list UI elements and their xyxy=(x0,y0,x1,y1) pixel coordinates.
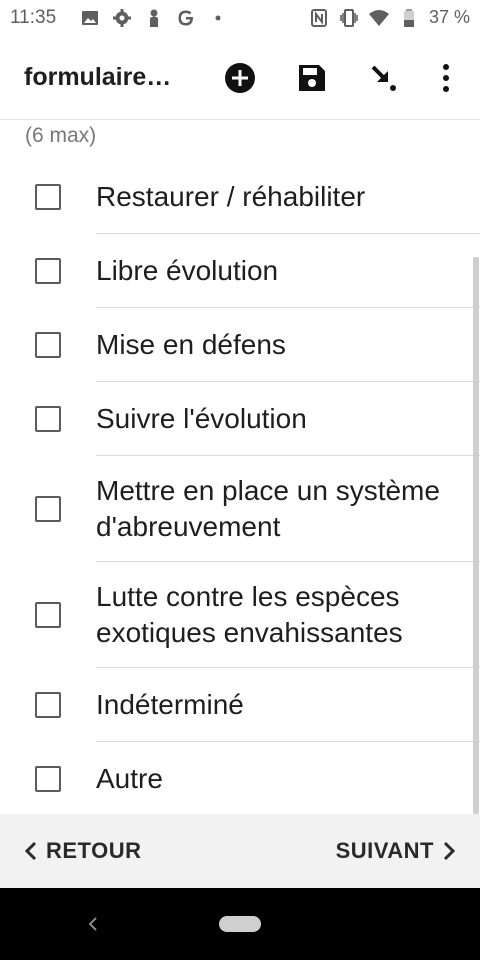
status-time: 11:35 xyxy=(10,7,57,28)
checkbox[interactable] xyxy=(35,766,61,792)
checkbox[interactable] xyxy=(35,258,61,284)
dot-icon xyxy=(208,8,228,28)
jump-button[interactable] xyxy=(366,60,402,96)
system-back-icon xyxy=(88,917,97,931)
option-label: Restaurer / réhabiliter xyxy=(96,181,366,212)
status-right: 37 % xyxy=(309,7,470,28)
checkbox[interactable] xyxy=(35,332,61,358)
option-label: Mise en défens xyxy=(96,329,286,360)
google-icon xyxy=(176,8,196,28)
person-icon xyxy=(144,8,164,28)
system-nav-bar xyxy=(0,888,480,960)
option-item[interactable]: Restaurer / réhabiliter xyxy=(0,161,480,233)
wifi-icon xyxy=(368,8,389,28)
battery-icon xyxy=(399,8,419,28)
save-button[interactable] xyxy=(294,60,330,96)
option-label: Suivre l'évolution xyxy=(96,403,307,434)
jump-icon xyxy=(371,65,396,91)
save-icon xyxy=(299,65,325,91)
image-icon xyxy=(80,8,100,28)
checkbox[interactable] xyxy=(35,692,61,718)
vibrate-icon xyxy=(339,8,359,28)
status-bar: 11:35 37 % xyxy=(0,0,480,38)
checkbox[interactable] xyxy=(35,184,61,210)
checkbox[interactable] xyxy=(35,496,61,522)
notification-icons xyxy=(80,8,228,28)
bottom-nav: RETOUR SUIVANT xyxy=(0,814,480,888)
battery-percent: 37 % xyxy=(428,7,470,27)
option-item[interactable]: Suivre l'évolution xyxy=(0,382,480,455)
chevron-right-icon xyxy=(443,841,456,861)
option-item[interactable]: Indéterminé xyxy=(0,668,480,741)
option-label: Autre xyxy=(96,763,163,794)
option-item[interactable]: Mise en défens xyxy=(0,308,480,381)
option-item[interactable]: Lutte contre les espèces exotiques envah… xyxy=(0,562,480,667)
question-hint: (6 max) xyxy=(25,124,97,147)
nfc-icon xyxy=(309,8,329,28)
checkbox[interactable] xyxy=(35,406,61,432)
page-title: formulaire… xyxy=(24,63,172,91)
more-vert-icon xyxy=(443,64,449,92)
system-back-button[interactable] xyxy=(84,912,104,936)
next-label: SUIVANT xyxy=(335,838,434,863)
back-label: RETOUR xyxy=(46,838,142,863)
option-label: Mettre en place un système d'abreuvement xyxy=(96,475,440,542)
back-button[interactable]: RETOUR xyxy=(24,834,142,868)
scrollbar[interactable] xyxy=(473,257,479,814)
system-home-button[interactable] xyxy=(219,916,261,932)
option-label: Libre évolution xyxy=(96,255,279,286)
checkbox[interactable] xyxy=(35,602,61,628)
option-item[interactable]: Libre évolution xyxy=(0,234,480,307)
gear-icon xyxy=(112,8,132,28)
next-button[interactable]: SUIVANT xyxy=(336,834,456,868)
form-content[interactable]: (6 max) Restaurer / réhabiliter Libre év… xyxy=(0,121,480,814)
option-item[interactable]: Mettre en place un système d'abreuvement xyxy=(0,456,480,561)
option-label: Indéterminé xyxy=(96,689,244,720)
more-options-button[interactable] xyxy=(428,60,464,96)
add-repeat-button[interactable] xyxy=(222,60,258,96)
option-label: Lutte contre les espèces exotiques envah… xyxy=(96,581,403,648)
option-item[interactable]: Autre xyxy=(0,742,480,814)
app-bar: formulaire… xyxy=(0,38,480,120)
chevron-left-icon xyxy=(24,841,37,861)
add-icon xyxy=(225,63,255,93)
